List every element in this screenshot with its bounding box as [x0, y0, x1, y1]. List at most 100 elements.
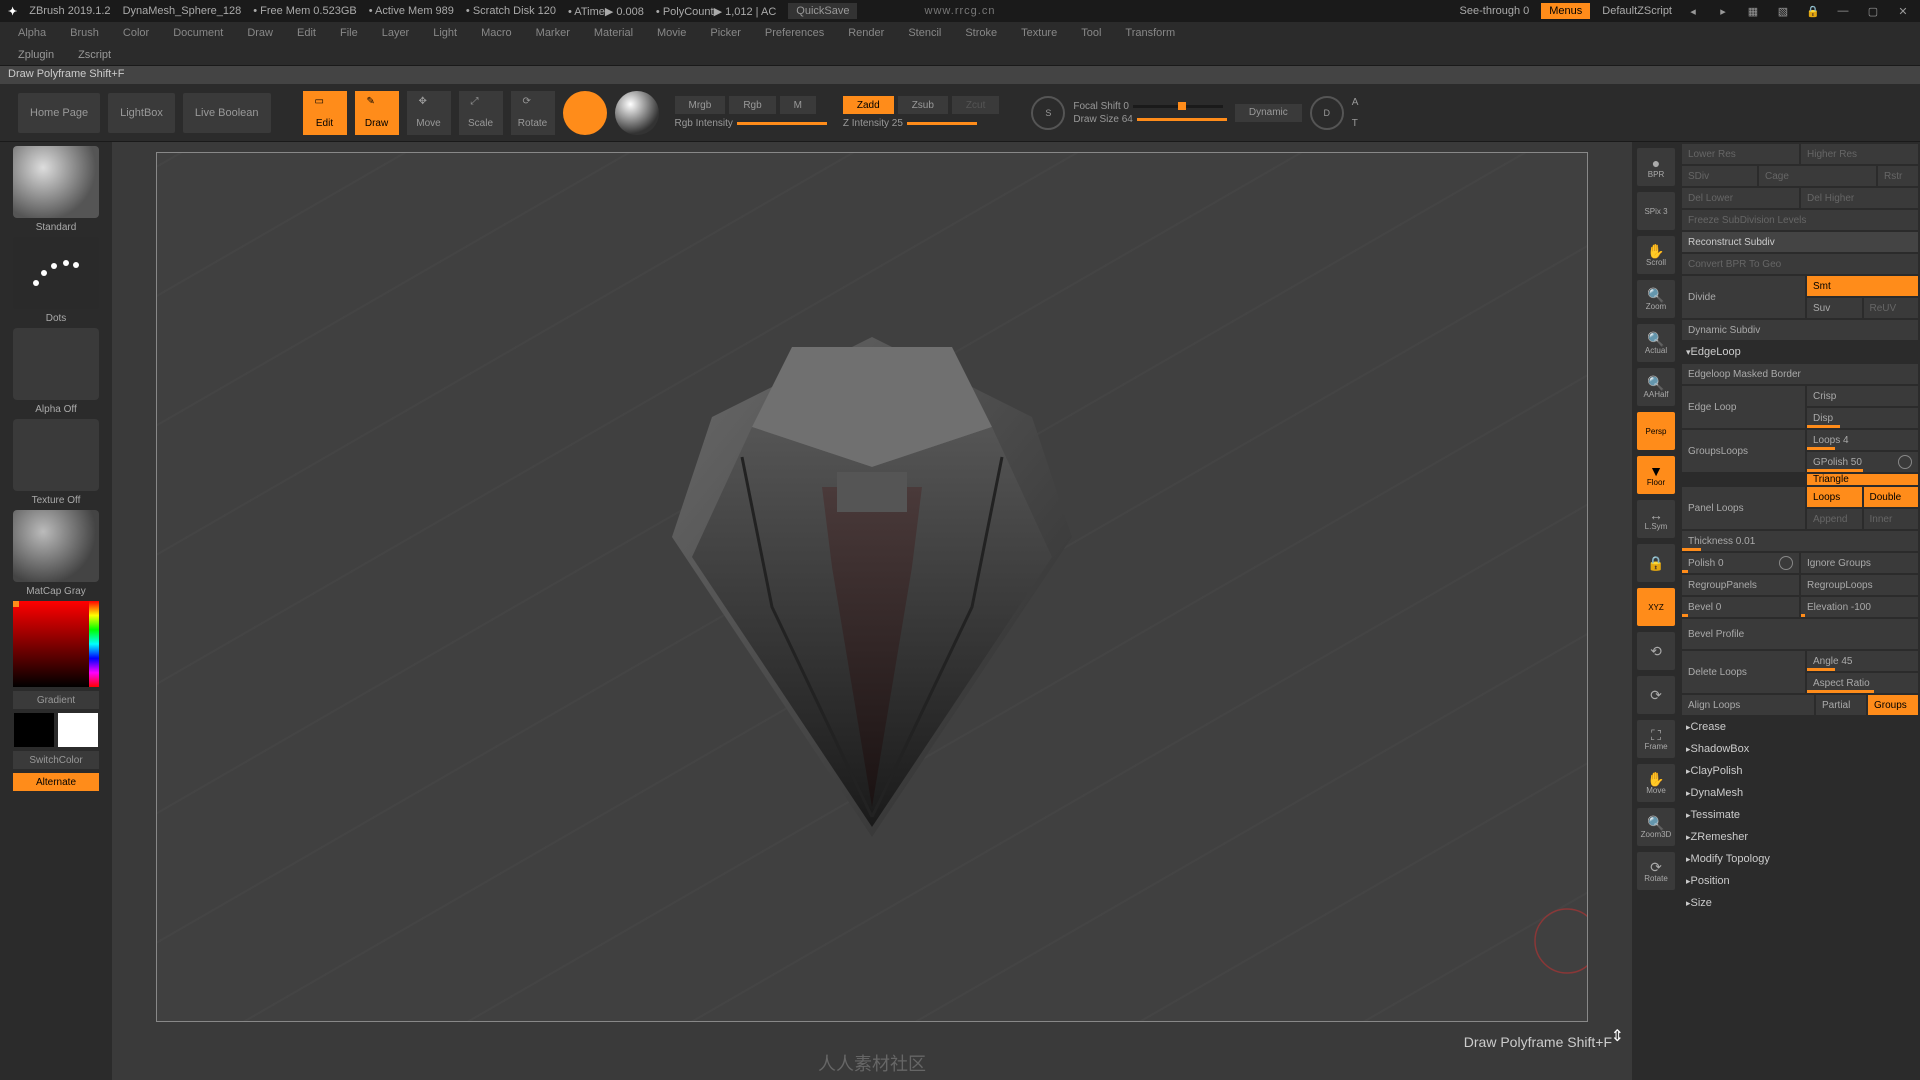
color-picker[interactable] — [13, 601, 99, 687]
move-view-button[interactable]: ✋Move — [1637, 764, 1675, 802]
menu-draw[interactable]: Draw — [247, 27, 273, 39]
menu-edit[interactable]: Edit — [297, 27, 316, 39]
loops2-button[interactable]: Loops — [1807, 487, 1862, 507]
menu-picker[interactable]: Picker — [710, 27, 741, 39]
bevel-slider[interactable]: Bevel 0 — [1682, 597, 1799, 617]
menu-zplugin[interactable]: Zplugin — [18, 49, 54, 61]
brush-swatch[interactable] — [13, 146, 99, 218]
gizmo-button[interactable] — [563, 91, 607, 135]
lower-res-button[interactable]: Lower Res — [1682, 144, 1799, 164]
bevel-profile[interactable]: Bevel Profile — [1682, 619, 1918, 649]
panel-loops-button[interactable]: Panel Loops — [1682, 487, 1805, 529]
reuv-button[interactable]: ReUV — [1864, 298, 1919, 318]
zoom-button[interactable]: 🔍Zoom — [1637, 280, 1675, 318]
double-button[interactable]: Double — [1864, 487, 1919, 507]
home-page-button[interactable]: Home Page — [18, 93, 100, 133]
s-knob[interactable]: S — [1031, 96, 1065, 130]
groupsloops-button[interactable]: GroupsLoops — [1682, 430, 1805, 472]
convert-bpr-button[interactable]: Convert BPR To Geo — [1682, 254, 1918, 274]
menu-stroke[interactable]: Stroke — [965, 27, 997, 39]
menu-light[interactable]: Light — [433, 27, 457, 39]
lsym-button[interactable]: ↔L.Sym — [1637, 500, 1675, 538]
polish-slider[interactable]: Polish 0 — [1682, 553, 1799, 573]
m-button[interactable]: M — [780, 96, 816, 114]
aspect-ratio-slider[interactable]: Aspect Ratio — [1807, 673, 1918, 693]
del-lower-button[interactable]: Del Lower — [1682, 188, 1799, 208]
menu-material[interactable]: Material — [594, 27, 633, 39]
elevation-slider[interactable]: Elevation -100 — [1801, 597, 1918, 617]
menu-alpha[interactable]: Alpha — [18, 27, 46, 39]
zremesher-section[interactable]: ZRemesher — [1682, 827, 1918, 847]
groups-button[interactable]: Groups — [1868, 695, 1918, 715]
higher-res-button[interactable]: Higher Res — [1801, 144, 1918, 164]
menu-stencil[interactable]: Stencil — [908, 27, 941, 39]
lightbox-button[interactable]: LightBox — [108, 93, 175, 133]
aahalf-button[interactable]: 🔍AAHalf — [1637, 368, 1675, 406]
xyz-button[interactable]: XYZ — [1637, 588, 1675, 626]
divide-button[interactable]: Divide — [1682, 276, 1805, 318]
disp-slider[interactable]: Disp — [1807, 408, 1918, 428]
angle-slider[interactable]: Angle 45 — [1807, 651, 1918, 671]
frame-button[interactable]: ⛶Frame — [1637, 720, 1675, 758]
sculptris-button[interactable] — [615, 91, 659, 135]
scroll-button[interactable]: ✋Scroll — [1637, 236, 1675, 274]
close-icon[interactable]: ✕ — [1894, 2, 1912, 20]
d-knob[interactable]: D — [1310, 96, 1344, 130]
suv-button[interactable]: Suv — [1807, 298, 1862, 318]
partial-button[interactable]: Partial — [1816, 695, 1866, 715]
material-swatch[interactable] — [13, 510, 99, 582]
texture-swatch[interactable] — [13, 419, 99, 491]
menu-zscript[interactable]: Zscript — [78, 49, 111, 61]
zcut-button[interactable]: Zcut — [952, 96, 999, 114]
z-intensity-slider[interactable]: Z Intensity 25 — [843, 118, 999, 129]
regroup-loops-button[interactable]: RegroupLoops — [1801, 575, 1918, 595]
focal-shift-slider[interactable]: Focal Shift 0 — [1073, 101, 1226, 112]
draw-size-slider[interactable]: Draw Size 64 — [1073, 114, 1226, 125]
menu-color[interactable]: Color — [123, 27, 149, 39]
dynamic-button[interactable]: Dynamic — [1235, 104, 1302, 122]
hue-bar[interactable] — [89, 601, 99, 687]
actual-button[interactable]: 🔍Actual — [1637, 324, 1675, 362]
menu-brush[interactable]: Brush — [70, 27, 99, 39]
triangle-button[interactable]: Triangle — [1807, 474, 1918, 485]
tessimate-section[interactable]: Tessimate — [1682, 805, 1918, 825]
switchcolor-button[interactable]: SwitchColor — [13, 751, 99, 769]
menus-toggle[interactable]: Menus — [1541, 3, 1590, 19]
menu-file[interactable]: File — [340, 27, 358, 39]
menu-macro[interactable]: Macro — [481, 27, 512, 39]
floor-button[interactable]: ▼Floor — [1637, 456, 1675, 494]
arrow-left-icon[interactable]: ◂ — [1684, 2, 1702, 20]
rgb-button[interactable]: Rgb — [729, 96, 775, 114]
claypolish-section[interactable]: ClayPolish — [1682, 761, 1918, 781]
dynamesh-section[interactable]: DynaMesh — [1682, 783, 1918, 803]
menu-texture[interactable]: Texture — [1021, 27, 1057, 39]
primary-color[interactable] — [58, 713, 98, 747]
secondary-color[interactable] — [14, 713, 54, 747]
live-boolean-button[interactable]: Live Boolean — [183, 93, 271, 133]
reconstruct-subdiv-button[interactable]: Reconstruct Subdiv — [1682, 232, 1918, 252]
inner-button[interactable]: Inner — [1864, 509, 1919, 529]
delete-loops-button[interactable]: Delete Loops — [1682, 651, 1805, 693]
regroup-panels-button[interactable]: RegroupPanels — [1682, 575, 1799, 595]
alternate-button[interactable]: Alternate — [13, 773, 99, 791]
spix-button[interactable]: SPix 3 — [1637, 192, 1675, 230]
position-section[interactable]: Position — [1682, 871, 1918, 891]
rotate-mode-button[interactable]: ⟳Rotate — [511, 91, 555, 135]
stroke-swatch[interactable] — [13, 237, 99, 309]
arrow-right-icon[interactable]: ▸ — [1714, 2, 1732, 20]
crisp-button[interactable]: Crisp — [1807, 386, 1918, 406]
gradient-button[interactable]: Gradient — [13, 691, 99, 709]
zadd-button[interactable]: Zadd — [843, 96, 894, 114]
shadowbox-section[interactable]: ShadowBox — [1682, 739, 1918, 759]
rotate-view-button[interactable]: ⟳Rotate — [1637, 852, 1675, 890]
minimize-icon[interactable]: — — [1834, 2, 1852, 20]
move-mode-button[interactable]: ✥Move — [407, 91, 451, 135]
alpha-swatch[interactable] — [13, 328, 99, 400]
dynamic-subdiv-button[interactable]: Dynamic Subdiv — [1682, 320, 1918, 340]
align-loops-button[interactable]: Align Loops — [1682, 695, 1814, 715]
persp-button[interactable]: Persp — [1637, 412, 1675, 450]
menu-render[interactable]: Render — [848, 27, 884, 39]
maximize-icon[interactable]: ▢ — [1864, 2, 1882, 20]
crease-section[interactable]: Crease — [1682, 717, 1918, 737]
smt-button[interactable]: Smt — [1807, 276, 1918, 296]
